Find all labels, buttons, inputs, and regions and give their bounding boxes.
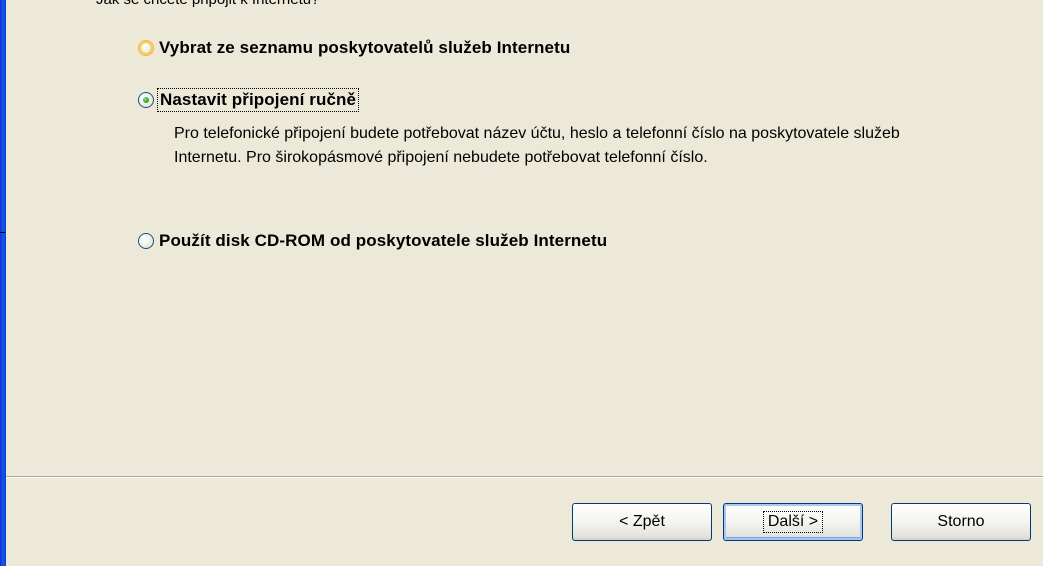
- back-button[interactable]: < Zpět: [572, 503, 712, 541]
- radio-off-icon[interactable]: [138, 40, 154, 56]
- option-manual-setup-label[interactable]: Nastavit připojení ručně: [156, 88, 360, 112]
- next-button-label: Další >: [762, 511, 824, 533]
- wizard-page: Jak se chcete připojit k Internetu? Vybr…: [6, 0, 1043, 566]
- option-manual-setup[interactable]: Nastavit připojení ručně: [138, 88, 360, 112]
- button-area-divider: [6, 476, 1043, 478]
- next-button[interactable]: Další >: [723, 503, 863, 541]
- cancel-button[interactable]: Storno: [891, 503, 1031, 541]
- connection-question: Jak se chcete připojit k Internetu?: [96, 0, 319, 8]
- radio-selected-dot: [143, 97, 149, 103]
- cancel-button-label: Storno: [937, 513, 985, 530]
- window-right-edge: [1043, 0, 1049, 566]
- back-button-label: < Zpět: [619, 513, 665, 530]
- edge-tick: [0, 232, 5, 233]
- option-isp-list[interactable]: Vybrat ze seznamu poskytovatelů služeb I…: [138, 36, 570, 60]
- option-cd-rom-label[interactable]: Použít disk CD-ROM od poskytovatele služ…: [159, 231, 607, 251]
- connection-wizard-window: Jak se chcete připojit k Internetu? Vybr…: [0, 0, 1049, 566]
- radio-off-icon[interactable]: [138, 233, 154, 249]
- radio-on-icon[interactable]: [138, 92, 154, 108]
- manual-setup-description: Pro telefonické připojení budete potřebo…: [174, 125, 900, 166]
- option-isp-list-label[interactable]: Vybrat ze seznamu poskytovatelů služeb I…: [159, 38, 570, 58]
- option-cd-rom[interactable]: Použít disk CD-ROM od poskytovatele služ…: [138, 229, 607, 253]
